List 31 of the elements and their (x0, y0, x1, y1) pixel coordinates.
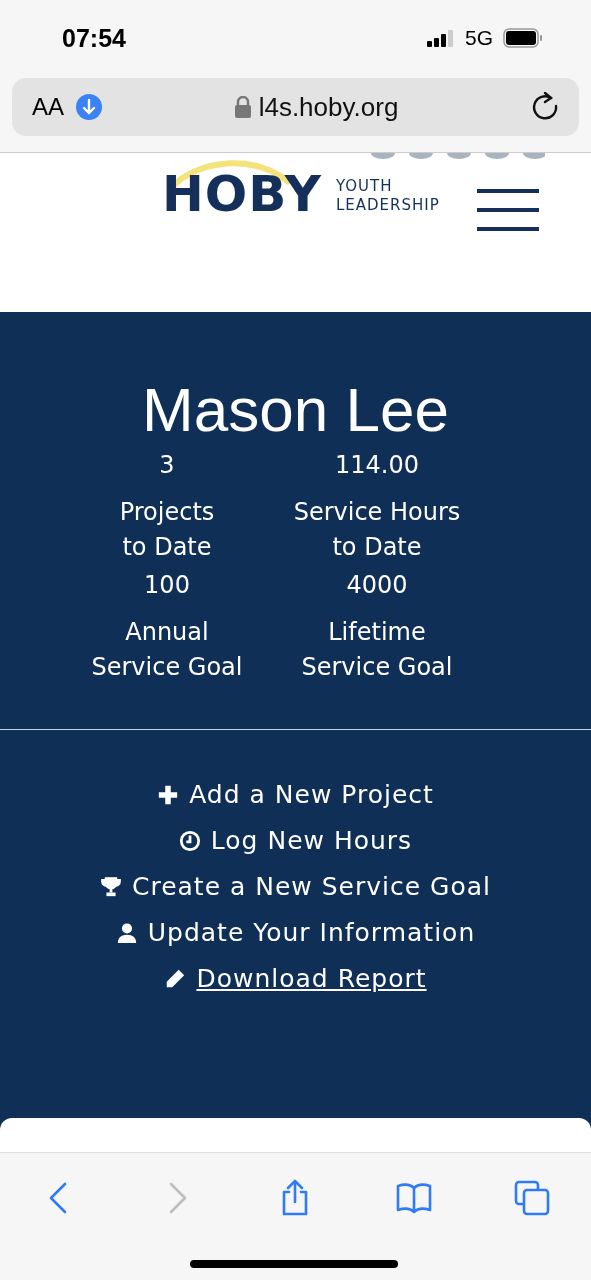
trophy-icon (99, 875, 122, 898)
action-link[interactable]: Create a New Service Goal (99, 872, 491, 901)
stat-value: 114.00 (335, 451, 419, 479)
lock-icon (234, 96, 251, 118)
user-icon (115, 921, 138, 944)
action-link[interactable]: Log New Hours (178, 826, 413, 855)
battery-icon (503, 28, 543, 48)
action-link[interactable]: Download Report (164, 964, 427, 993)
menu-button[interactable] (477, 189, 539, 231)
stat-label: Projects to Date (119, 497, 215, 563)
text-size-button[interactable]: AA (32, 93, 64, 121)
profile-name: Mason Lee (141, 374, 450, 445)
stat-label: Lifetime Service Goal (301, 617, 453, 683)
network-label: 5G (465, 26, 493, 50)
url-text[interactable]: l4s.hoby.org (258, 91, 399, 123)
stat-label: Service Hours to Date (293, 497, 461, 563)
clock-icon (178, 829, 201, 852)
download-icon[interactable] (76, 94, 102, 120)
pencil-icon (164, 967, 187, 990)
stat-value: 4000 (346, 571, 408, 599)
signal-icon (427, 29, 455, 47)
plus-icon (157, 783, 180, 806)
reload-icon[interactable] (531, 92, 559, 122)
action-link[interactable]: Update Your Information (115, 918, 476, 947)
action-link[interactable]: Add a New Project (157, 780, 434, 809)
logo-wordmark[interactable]: HOBY (162, 169, 322, 219)
stat-value: 3 (159, 451, 175, 479)
stat-value: 100 (144, 571, 190, 599)
stat-label: Annual Service Goal (91, 617, 243, 683)
logo-tagline: YOUTH LEADERSHIP (335, 177, 440, 216)
status-time: 07:54 (62, 23, 126, 53)
